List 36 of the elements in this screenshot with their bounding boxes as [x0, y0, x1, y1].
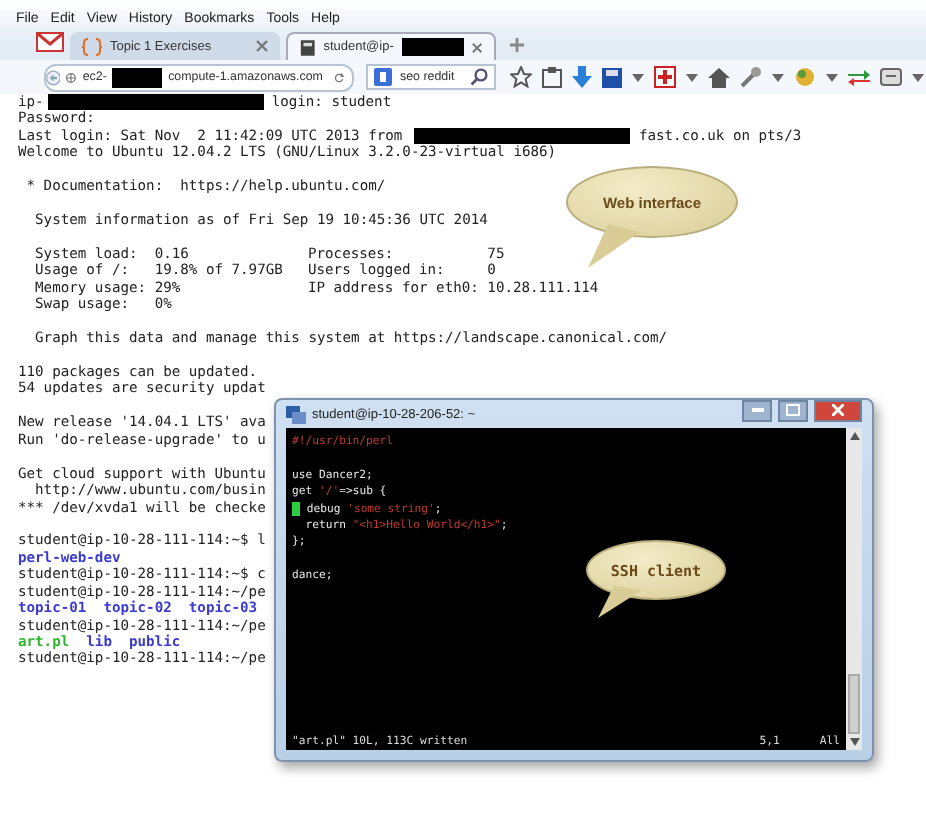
- close-icon: [832, 404, 844, 416]
- caret-icon[interactable]: [772, 73, 785, 81]
- close-icon[interactable]: [471, 41, 482, 53]
- computer-icon: [286, 404, 306, 424]
- minimize-icon: [751, 408, 763, 412]
- plus-box-icon[interactable]: [654, 66, 677, 88]
- redaction-bar: [112, 67, 163, 87]
- braces-icon: [82, 37, 102, 55]
- search-icon[interactable]: [470, 68, 489, 86]
- caret-icon[interactable]: [632, 73, 645, 81]
- scrollbar[interactable]: [846, 428, 862, 750]
- minimize-button[interactable]: [742, 399, 772, 421]
- clipboard-icon[interactable]: [542, 66, 563, 88]
- tray-icon[interactable]: [880, 68, 903, 86]
- envelope-icon[interactable]: [36, 32, 64, 52]
- caret-icon[interactable]: [686, 73, 699, 81]
- scroll-down-icon[interactable]: [849, 738, 859, 746]
- page-icon: [300, 37, 316, 57]
- redaction-bar: [401, 38, 464, 56]
- close-icon[interactable]: [256, 40, 268, 52]
- search-engine-icon[interactable]: [374, 68, 392, 86]
- home-icon[interactable]: [708, 67, 731, 87]
- scroll-thumb[interactable]: [848, 674, 860, 734]
- caret-icon[interactable]: [912, 73, 925, 81]
- close-button[interactable]: [814, 399, 862, 421]
- maximize-icon: [786, 404, 800, 416]
- callout-tail-icon: [598, 586, 642, 618]
- star-icon[interactable]: [510, 66, 533, 88]
- new-tab-icon[interactable]: [510, 38, 524, 52]
- download-arrow-icon[interactable]: [572, 66, 593, 88]
- maximize-button[interactable]: [778, 399, 808, 421]
- scroll-up-icon[interactable]: [849, 432, 859, 440]
- reload-icon[interactable]: [334, 69, 346, 85]
- globe-icon: [66, 69, 77, 85]
- caret-icon[interactable]: [826, 73, 839, 81]
- swap-arrows-icon[interactable]: [848, 67, 871, 87]
